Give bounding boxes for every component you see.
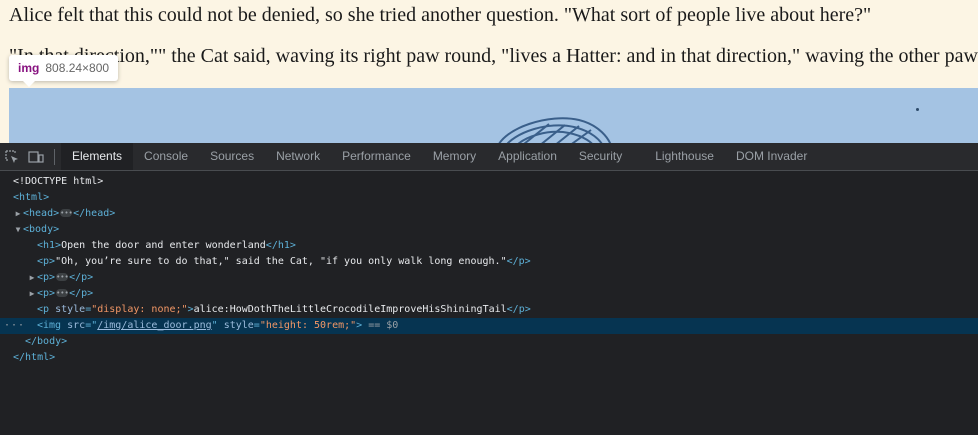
p-close-tag: </p> xyxy=(69,288,94,299)
dom-node-p-hidden[interactable]: <p style="display: none;">alice:HowDothT… xyxy=(0,302,978,318)
tab-application[interactable]: Application xyxy=(487,143,568,170)
inspect-element-icon[interactable] xyxy=(0,143,24,170)
head-open-tag: <head> xyxy=(23,208,60,219)
p-open-tag: <p> xyxy=(37,288,56,299)
alice-door-image[interactable] xyxy=(9,88,978,143)
dom-node-body-close[interactable]: </body> xyxy=(0,334,978,350)
tooltip-dimensions: 808.24×800 xyxy=(45,61,110,75)
image-content-illustration xyxy=(498,117,612,143)
img-src-link[interactable]: /img/alice_door.png xyxy=(97,320,211,331)
webpage-viewport: Alice felt that this could not be denied… xyxy=(0,0,978,143)
attr-name: style xyxy=(223,320,254,331)
dom-node-doctype[interactable]: <!DOCTYPE html> xyxy=(0,174,978,190)
dom-node-html[interactable]: <html> xyxy=(0,190,978,206)
dom-node-body[interactable]: ▼ <body> xyxy=(0,222,978,238)
doctype-text: <!DOCTYPE html> xyxy=(13,176,104,187)
tab-sources[interactable]: Sources xyxy=(199,143,265,170)
tab-performance[interactable]: Performance xyxy=(331,143,422,170)
h1-text: Open the door and enter wonderland xyxy=(61,240,266,251)
p-hidden-text: alice:HowDothTheLittleCrocodileImproveHi… xyxy=(193,304,507,315)
html-open-tag: <html> xyxy=(13,192,50,203)
tooltip-tag: img xyxy=(18,61,40,75)
attr-value: "display: none;" xyxy=(91,304,188,315)
h1-open-tag: <h1> xyxy=(37,240,62,251)
p-open-tag: <p> xyxy=(37,272,56,283)
more-options-icon[interactable]: ··· xyxy=(4,318,25,334)
dom-node-head[interactable]: ▶ <head>•••</head> xyxy=(0,206,978,222)
p-open-tag: <p> xyxy=(37,256,56,267)
tab-dom-invader[interactable]: DOM Invader xyxy=(725,143,818,170)
device-toolbar-icon[interactable] xyxy=(24,143,48,170)
collapse-triangle-icon[interactable]: ▼ xyxy=(13,222,23,238)
head-close-tag: </head> xyxy=(73,208,116,219)
dom-node-p-collapsed[interactable]: ▶ <p>•••</p> xyxy=(0,286,978,302)
html-close-tag: </html> xyxy=(13,352,56,363)
tab-lighthouse[interactable]: Lighthouse xyxy=(644,143,725,170)
h1-close-tag: </h1> xyxy=(265,240,296,251)
attr-name: src xyxy=(67,320,86,331)
attr-name: style xyxy=(55,304,86,315)
tab-security[interactable]: Security xyxy=(568,143,644,170)
img-open-tag: <img xyxy=(37,320,62,331)
dom-tree: <!DOCTYPE html> <html> ▶ <head>•••</head>… xyxy=(0,171,978,366)
p-hidden-open-tag: <p xyxy=(37,304,50,315)
selected-node-marker: == $0 xyxy=(368,320,399,331)
tab-memory[interactable]: Memory xyxy=(422,143,487,170)
expand-triangle-icon[interactable]: ▶ xyxy=(13,206,23,222)
inspect-tooltip: img 808.24×800 xyxy=(9,55,119,87)
dom-node-p-cat[interactable]: <p>"Oh, you’re sure to do that," said th… xyxy=(0,254,978,270)
tab-network[interactable]: Network xyxy=(265,143,331,170)
devtools-tabbar: Elements Console Sources Network Perform… xyxy=(0,143,978,171)
dom-node-h1[interactable]: <h1>Open the door and enter wonderland</… xyxy=(0,238,978,254)
dom-node-img-selected[interactable]: ··· <img src="/img/alice_door.png" style… xyxy=(0,318,978,334)
image-speck xyxy=(916,108,919,111)
p-close-tag: </p> xyxy=(506,256,531,267)
dom-node-html-close[interactable]: </html> xyxy=(0,350,978,366)
devtools-panel: Elements Console Sources Network Perform… xyxy=(0,143,978,435)
paragraph-question: Alice felt that this could not be denied… xyxy=(9,4,872,26)
collapsed-ellipsis-icon[interactable]: ••• xyxy=(56,289,69,297)
collapsed-ellipsis-icon[interactable]: ••• xyxy=(56,273,69,281)
expand-triangle-icon[interactable]: ▶ xyxy=(27,270,37,286)
dom-node-p-collapsed[interactable]: ▶ <p>•••</p> xyxy=(0,270,978,286)
tab-console[interactable]: Console xyxy=(133,143,199,170)
paragraph-directions: "In that direction,"" the Cat said, wavi… xyxy=(9,45,978,67)
tab-elements[interactable]: Elements xyxy=(61,143,134,170)
attr-value: "height: 50rem;" xyxy=(259,320,357,331)
body-close-tag: </body> xyxy=(25,336,68,347)
toolbar-divider xyxy=(54,148,55,165)
p-text: "Oh, you’re sure to do that," said the C… xyxy=(55,256,507,267)
body-open-tag: <body> xyxy=(23,224,60,235)
p-close-tag: </p> xyxy=(69,272,94,283)
expand-triangle-icon[interactable]: ▶ xyxy=(27,286,37,302)
p-close-tag: </p> xyxy=(506,304,531,315)
collapsed-ellipsis-icon[interactable]: ••• xyxy=(60,209,73,217)
